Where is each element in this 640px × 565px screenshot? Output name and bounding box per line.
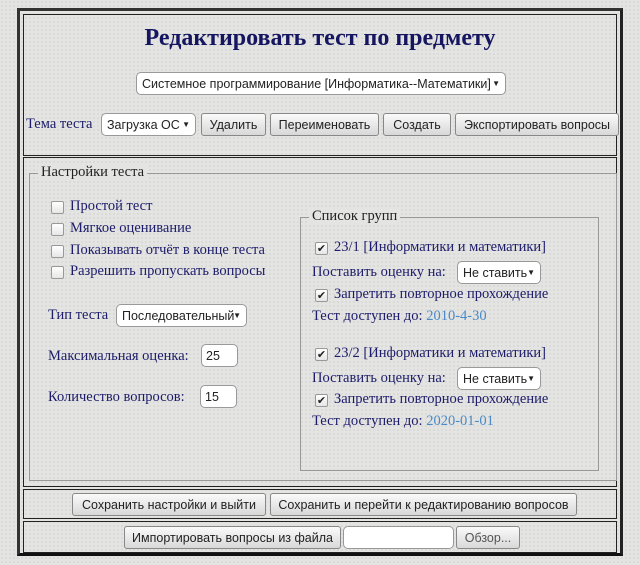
group-2-until: Тест доступен до: 2020-01-01 (312, 413, 494, 430)
max-grade-input[interactable]: 25 (201, 344, 238, 367)
delete-button[interactable]: Удалить (201, 113, 266, 136)
question-count-input[interactable]: 15 (200, 385, 237, 408)
chevron-down-icon: ▼ (527, 374, 535, 383)
subject-select-value: Системное программирование [Информатика-… (142, 76, 491, 91)
save-section: Сохранить настройки и выйти Сохранить и … (23, 489, 617, 519)
chevron-down-icon: ▼ (527, 268, 535, 277)
group-2-grade-select[interactable]: Не ставить ▼ (457, 367, 541, 390)
chevron-down-icon: ▼ (182, 120, 190, 129)
save-edit-questions-button[interactable]: Сохранить и перейти к редактированию воп… (270, 493, 577, 516)
allow-skip-checkbox[interactable] (51, 266, 64, 279)
group-1-until-date: 2010-4-30 (426, 308, 487, 324)
export-questions-button[interactable]: Экспортировать вопросы (455, 113, 619, 136)
group-2-forbid-checkbox[interactable]: ✔ (315, 394, 328, 407)
group-1-name: 23/1 [Информатики и математики] (334, 239, 546, 255)
group-1-forbid-label: Запретить повторное прохождение (334, 286, 549, 302)
group-2-grade-label: Поставить оценку на: (312, 370, 446, 386)
group-2-name: 23/2 [Информатики и математики] (334, 345, 546, 361)
max-grade-label: Максимальная оценка: (48, 348, 189, 364)
simple-test-checkbox[interactable] (51, 201, 64, 214)
settings-legend: Настройки теста (38, 164, 148, 181)
groups-legend: Список групп (309, 208, 401, 225)
rename-button[interactable]: Переименовать (270, 113, 379, 136)
chevron-down-icon: ▼ (233, 311, 241, 320)
show-report-checkbox[interactable] (51, 245, 64, 258)
file-input[interactable] (343, 526, 454, 549)
create-button[interactable]: Создать (383, 113, 451, 136)
question-count-label: Количество вопросов: (48, 389, 185, 405)
test-type-value: Последовательный (122, 308, 235, 323)
group-1-checkbox[interactable]: ✔ (315, 242, 328, 255)
topic-select[interactable]: Загрузка ОС ▼ (101, 113, 196, 136)
group-1-until-label: Тест доступен до: (312, 308, 423, 324)
chevron-down-icon: ▼ (492, 79, 500, 88)
soft-grading-label: Мягкое оценивание (70, 220, 192, 236)
browse-button[interactable]: Обзор... (456, 526, 520, 549)
import-section: Импортировать вопросы из файла Обзор... (23, 521, 617, 553)
topic-label: Тема теста (26, 116, 93, 132)
group-1-forbid-checkbox[interactable]: ✔ (315, 289, 328, 302)
test-type-select[interactable]: Последовательный ▼ (116, 304, 247, 327)
subject-select[interactable]: Системное программирование [Информатика-… (136, 72, 506, 95)
group-1-grade-value: Не ставить (463, 265, 528, 280)
group-2-checkbox[interactable]: ✔ (315, 348, 328, 361)
import-questions-button[interactable]: Импортировать вопросы из файла (124, 526, 341, 549)
group-2-until-date: 2020-01-01 (426, 413, 494, 429)
topic-select-value: Загрузка ОС (107, 117, 180, 132)
save-exit-button[interactable]: Сохранить настройки и выйти (72, 493, 266, 516)
soft-grading-checkbox[interactable] (51, 223, 64, 236)
header-section: Редактировать тест по предмету Системное… (23, 14, 619, 156)
test-type-label: Тип теста (48, 307, 109, 323)
group-2-until-label: Тест доступен до: (312, 413, 423, 429)
simple-test-label: Простой тест (70, 198, 153, 214)
group-1-until: Тест доступен до: 2010-4-30 (312, 308, 487, 325)
group-1-grade-label: Поставить оценку на: (312, 264, 446, 280)
allow-skip-label: Разрешить пропускать вопросы (70, 263, 266, 279)
group-2-forbid-label: Запретить повторное прохождение (334, 391, 549, 407)
page-title: Редактировать тест по предмету (144, 25, 496, 51)
show-report-label: Показывать отчёт в конце теста (70, 242, 265, 258)
main-frame: Редактировать тест по предмету Системное… (17, 8, 623, 556)
settings-section: Настройки теста Простой тест Мягкое оцен… (23, 157, 617, 487)
group-2-grade-value: Не ставить (463, 371, 528, 386)
group-1-grade-select[interactable]: Не ставить ▼ (457, 261, 541, 284)
